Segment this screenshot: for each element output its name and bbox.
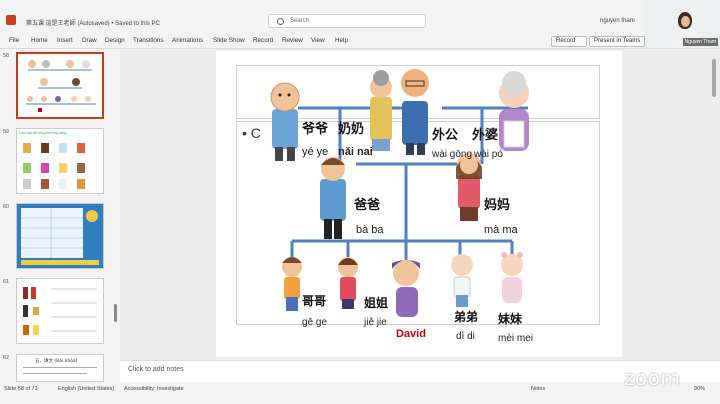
search-input[interactable]: Search xyxy=(268,14,426,28)
label-yeye: 爷爷 xyxy=(302,121,329,137)
mother-figure xyxy=(456,153,482,221)
thumbnail-line xyxy=(23,367,97,368)
pinyin-meimei: mèi mei xyxy=(498,333,533,344)
slide-thumbnail-61[interactable] xyxy=(16,278,104,344)
slide-counter: Slide 58 of 73 xyxy=(4,386,38,392)
scrollbar-thumb[interactable] xyxy=(712,59,716,97)
younger-brother-figure xyxy=(451,254,473,307)
pinyin-nainai: nǎi nai xyxy=(338,146,373,158)
slide-number: 61 xyxy=(3,279,10,285)
david-figure xyxy=(392,260,420,317)
slide-number: 60 xyxy=(3,204,10,210)
scrollbar-thumb[interactable] xyxy=(114,304,117,322)
label-gege: 哥哥 xyxy=(302,294,326,308)
menu-help[interactable]: Help xyxy=(335,37,348,44)
slide-thumbnail-58[interactable] xyxy=(16,52,104,119)
slide-number: 62 xyxy=(3,355,10,361)
grandfather-figure xyxy=(270,82,300,161)
maternal-grandmother-figure xyxy=(499,71,529,151)
label-meimei: 妹妹 xyxy=(497,311,523,326)
thumbnail-table xyxy=(21,208,99,265)
thumbnail-products xyxy=(23,287,97,335)
menu-slide-show[interactable]: Slide Show xyxy=(213,37,245,44)
search-placeholder: Search xyxy=(290,18,310,24)
family-tree-diagram: 爷爷 yé ye 奶奶 nǎi nai 外公 wài gōng 外婆 wài p… xyxy=(270,69,533,344)
father-figure xyxy=(320,157,346,239)
accessibility-checker[interactable]: Accessibility: Investigate xyxy=(124,386,184,392)
pinyin-yeye: yé ye xyxy=(302,146,328,158)
label-nainai: 奶奶 xyxy=(337,121,364,137)
slide-number: 59 xyxy=(3,129,10,135)
slide-thumbnail-62[interactable]: 五、填文 (Bài khóa) xyxy=(16,354,104,382)
thumbnail-scrollbar[interactable] xyxy=(114,52,117,380)
pinyin-jiejie: jiě jie xyxy=(363,317,387,328)
label-jiejie: 姐姐 xyxy=(364,295,388,310)
pinyin-mama: mà ma xyxy=(484,224,519,236)
label-waipo: 外婆 xyxy=(471,127,498,143)
current-slide[interactable]: • C 爷爷 yé ye 奶奶 nǎi nai 外公 wài gōng 外婆 w… xyxy=(216,51,622,357)
pinyin-baba: bà ba xyxy=(356,224,384,236)
powerpoint-icon xyxy=(6,15,16,25)
label-mama: 妈妈 xyxy=(484,197,510,213)
label-waigong: 外公 xyxy=(431,127,458,143)
menu-file[interactable]: File xyxy=(9,37,19,44)
younger-sister-figure xyxy=(501,252,523,303)
slide-thumbnail-panel: 58 59 Các loại đồ uống thường dùng 60 61… xyxy=(0,49,118,382)
canvas-scrollbar[interactable] xyxy=(710,49,718,349)
title-bar: 第五课 這是王老師 (Autosaved) • Saved to this PC… xyxy=(0,0,720,34)
menu-draw[interactable]: Draw xyxy=(82,37,97,44)
elder-sister-figure xyxy=(338,257,358,309)
present-in-teams-button[interactable]: Present in Teams xyxy=(589,36,645,47)
status-bar: Slide 58 of 73 English (United States) A… xyxy=(0,382,720,404)
thumbnail-line xyxy=(23,373,87,374)
menu-insert[interactable]: Insert xyxy=(57,37,73,44)
menu-view[interactable]: View xyxy=(311,37,325,44)
document-title: 第五课 這是王老師 (Autosaved) • Saved to this PC xyxy=(26,21,160,27)
slide-thumbnail-60[interactable] xyxy=(16,203,104,269)
thumbnail-title: 五、填文 (Bài khóa) xyxy=(35,359,78,364)
thumbnail-drinks xyxy=(23,143,85,189)
language-indicator[interactable]: English (United States) xyxy=(58,386,114,392)
thumbnail-title: Các loại đồ uống thường dùng xyxy=(19,131,67,135)
maternal-grandfather-figure xyxy=(401,69,429,155)
user-name[interactable]: nguyen tham xyxy=(600,18,635,24)
pinyin-waigong: wài gōng xyxy=(431,149,472,160)
pinyin-waipo: wài pó xyxy=(473,149,503,160)
slide-number: 58 xyxy=(3,53,10,59)
person-face xyxy=(681,16,690,27)
pinyin-didi: dì di xyxy=(456,331,475,342)
grandmother-figure xyxy=(370,70,392,151)
zoom-level[interactable]: 90% xyxy=(694,386,705,392)
menu-home[interactable]: Home xyxy=(31,37,48,44)
menu-transitions[interactable]: Transitions xyxy=(133,37,164,44)
thumbnail-family-tree xyxy=(26,60,96,112)
label-david: David xyxy=(396,328,426,340)
label-didi: 弟弟 xyxy=(454,309,478,324)
notes-placeholder: Click to add notes xyxy=(128,366,184,373)
label-baba: 爸爸 xyxy=(353,197,380,213)
menu-animations[interactable]: Animations xyxy=(172,37,203,44)
menu-design[interactable]: Design xyxy=(105,37,125,44)
menu-review[interactable]: Review xyxy=(282,37,303,44)
search-icon xyxy=(277,18,284,25)
record-button[interactable]: Record xyxy=(551,36,587,47)
slide-thumbnail-59[interactable]: Các loại đồ uống thường dùng xyxy=(16,128,104,194)
notes-toggle[interactable]: Notes xyxy=(531,386,545,392)
zoom-watermark: zoom xyxy=(624,366,681,390)
menu-record[interactable]: Record xyxy=(253,37,273,44)
elder-brother-figure xyxy=(282,257,302,311)
pinyin-gege: gē ge xyxy=(302,317,327,328)
slide-editor-canvas: • C 爷爷 yé ye 奶奶 nǎi nai 外公 wài gōng 外婆 w… xyxy=(120,49,720,360)
